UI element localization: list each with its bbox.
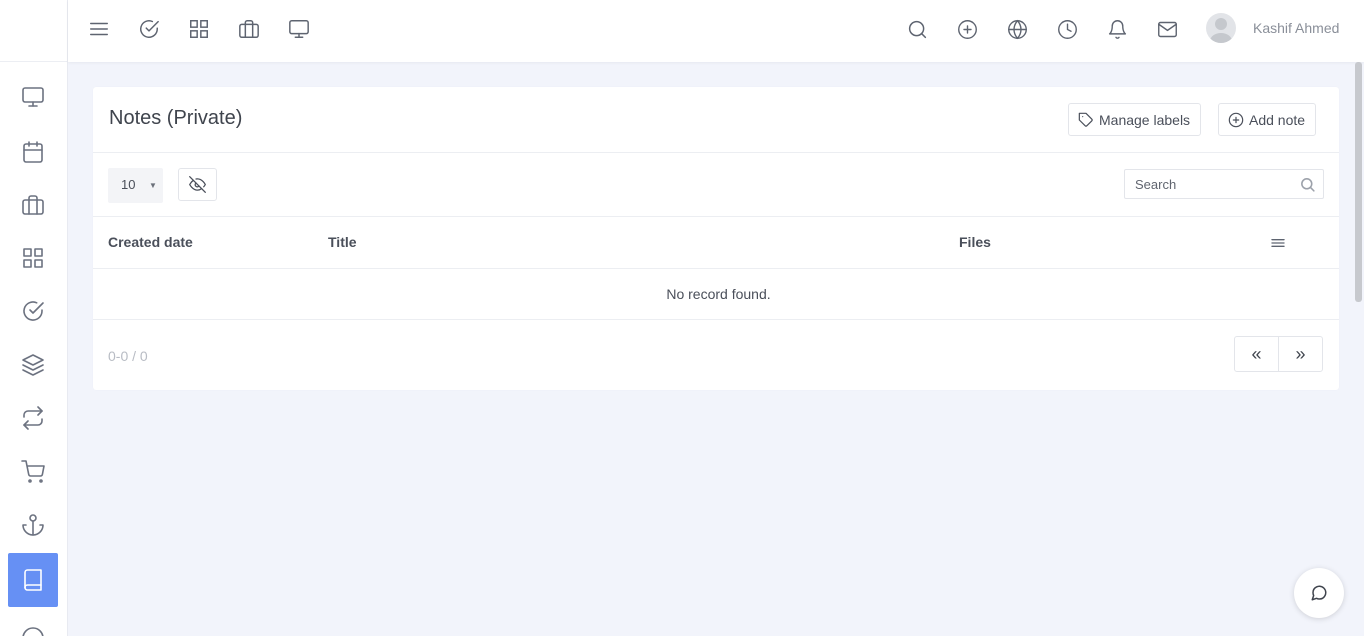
topbar: Kashif Ahmed — [68, 0, 1364, 62]
clock-icon[interactable] — [1054, 16, 1080, 42]
tag-icon — [1078, 112, 1099, 128]
user-name[interactable]: Kashif Ahmed — [1253, 20, 1339, 36]
page-title: Notes (Private) — [109, 107, 243, 129]
pagination: « » — [1234, 336, 1323, 372]
anchor-icon — [21, 513, 45, 537]
layers-icon — [21, 353, 45, 377]
add-note-label: Add note — [1249, 111, 1306, 128]
repeat-icon — [21, 406, 45, 430]
chat-button[interactable] — [1294, 568, 1344, 618]
sidebar-item-layers[interactable] — [8, 339, 58, 391]
sidebar-item-apps[interactable] — [8, 232, 58, 284]
column-header-files[interactable]: Files — [959, 234, 991, 250]
sidebar-item-dashboard[interactable] — [8, 71, 58, 123]
briefcase-icon[interactable] — [236, 16, 262, 42]
next-page-button[interactable]: » — [1278, 337, 1322, 371]
page-size-value: 10 — [121, 177, 136, 192]
column-menu-icon[interactable] — [1270, 235, 1286, 251]
book-icon — [21, 568, 45, 592]
divider — [93, 268, 1339, 269]
sidebar-item-help[interactable] — [8, 612, 58, 636]
search-icon[interactable] — [904, 16, 930, 42]
check-circle-icon — [21, 299, 45, 323]
manage-labels-button[interactable]: Manage labels — [1068, 103, 1202, 136]
toggle-columns-button[interactable] — [178, 168, 217, 201]
check-circle-icon[interactable] — [136, 16, 162, 42]
page-size-select[interactable]: 10 ▼ — [108, 168, 163, 203]
grid-icon — [21, 246, 45, 270]
sidebar-item-events[interactable] — [8, 126, 58, 178]
eye-off-icon — [189, 176, 206, 193]
globe-icon[interactable] — [1004, 16, 1030, 42]
plus-circle-icon[interactable] — [954, 16, 980, 42]
search-icon[interactable] — [1299, 176, 1316, 193]
monitor-icon[interactable] — [286, 16, 312, 42]
calendar-icon — [21, 140, 45, 164]
column-header-created-date[interactable]: Created date — [108, 234, 193, 250]
plus-circle-icon — [1228, 112, 1249, 128]
sidebar-item-notes[interactable] — [8, 553, 58, 607]
sidebar-item-store[interactable] — [8, 446, 58, 498]
column-header-title[interactable]: Title — [328, 234, 357, 250]
sidebar-item-tasks[interactable] — [8, 285, 58, 337]
notes-card: Notes (Private) Manage labels Add note 1… — [93, 87, 1339, 390]
add-note-button[interactable]: Add note — [1218, 103, 1317, 136]
message-icon — [1310, 584, 1328, 602]
sidebar-item-projects[interactable] — [8, 179, 58, 231]
monitor-icon — [21, 85, 45, 109]
sidebar-item-subscriptions[interactable] — [8, 392, 58, 444]
empty-message: No record found. — [666, 286, 771, 302]
search-field[interactable] — [1124, 169, 1324, 199]
cart-icon — [21, 460, 45, 484]
grid-icon[interactable] — [186, 16, 212, 42]
manage-labels-label: Manage labels — [1099, 111, 1191, 128]
mail-icon[interactable] — [1154, 16, 1180, 42]
search-input[interactable] — [1125, 170, 1285, 198]
sidebar-header — [0, 0, 67, 62]
briefcase-icon — [21, 193, 45, 217]
divider — [93, 319, 1339, 320]
divider — [93, 216, 1339, 217]
chevron-down-icon: ▼ — [149, 181, 157, 190]
bell-icon[interactable] — [1104, 16, 1130, 42]
scrollbar[interactable] — [1355, 62, 1362, 302]
avatar[interactable] — [1206, 13, 1236, 43]
help-icon — [21, 626, 45, 636]
previous-page-button[interactable]: « — [1235, 337, 1278, 371]
pagination-info: 0-0 / 0 — [108, 348, 148, 364]
menu-icon[interactable] — [86, 16, 112, 42]
sidebar-item-leads[interactable] — [8, 499, 58, 551]
divider — [93, 152, 1339, 153]
sidebar — [0, 0, 68, 636]
